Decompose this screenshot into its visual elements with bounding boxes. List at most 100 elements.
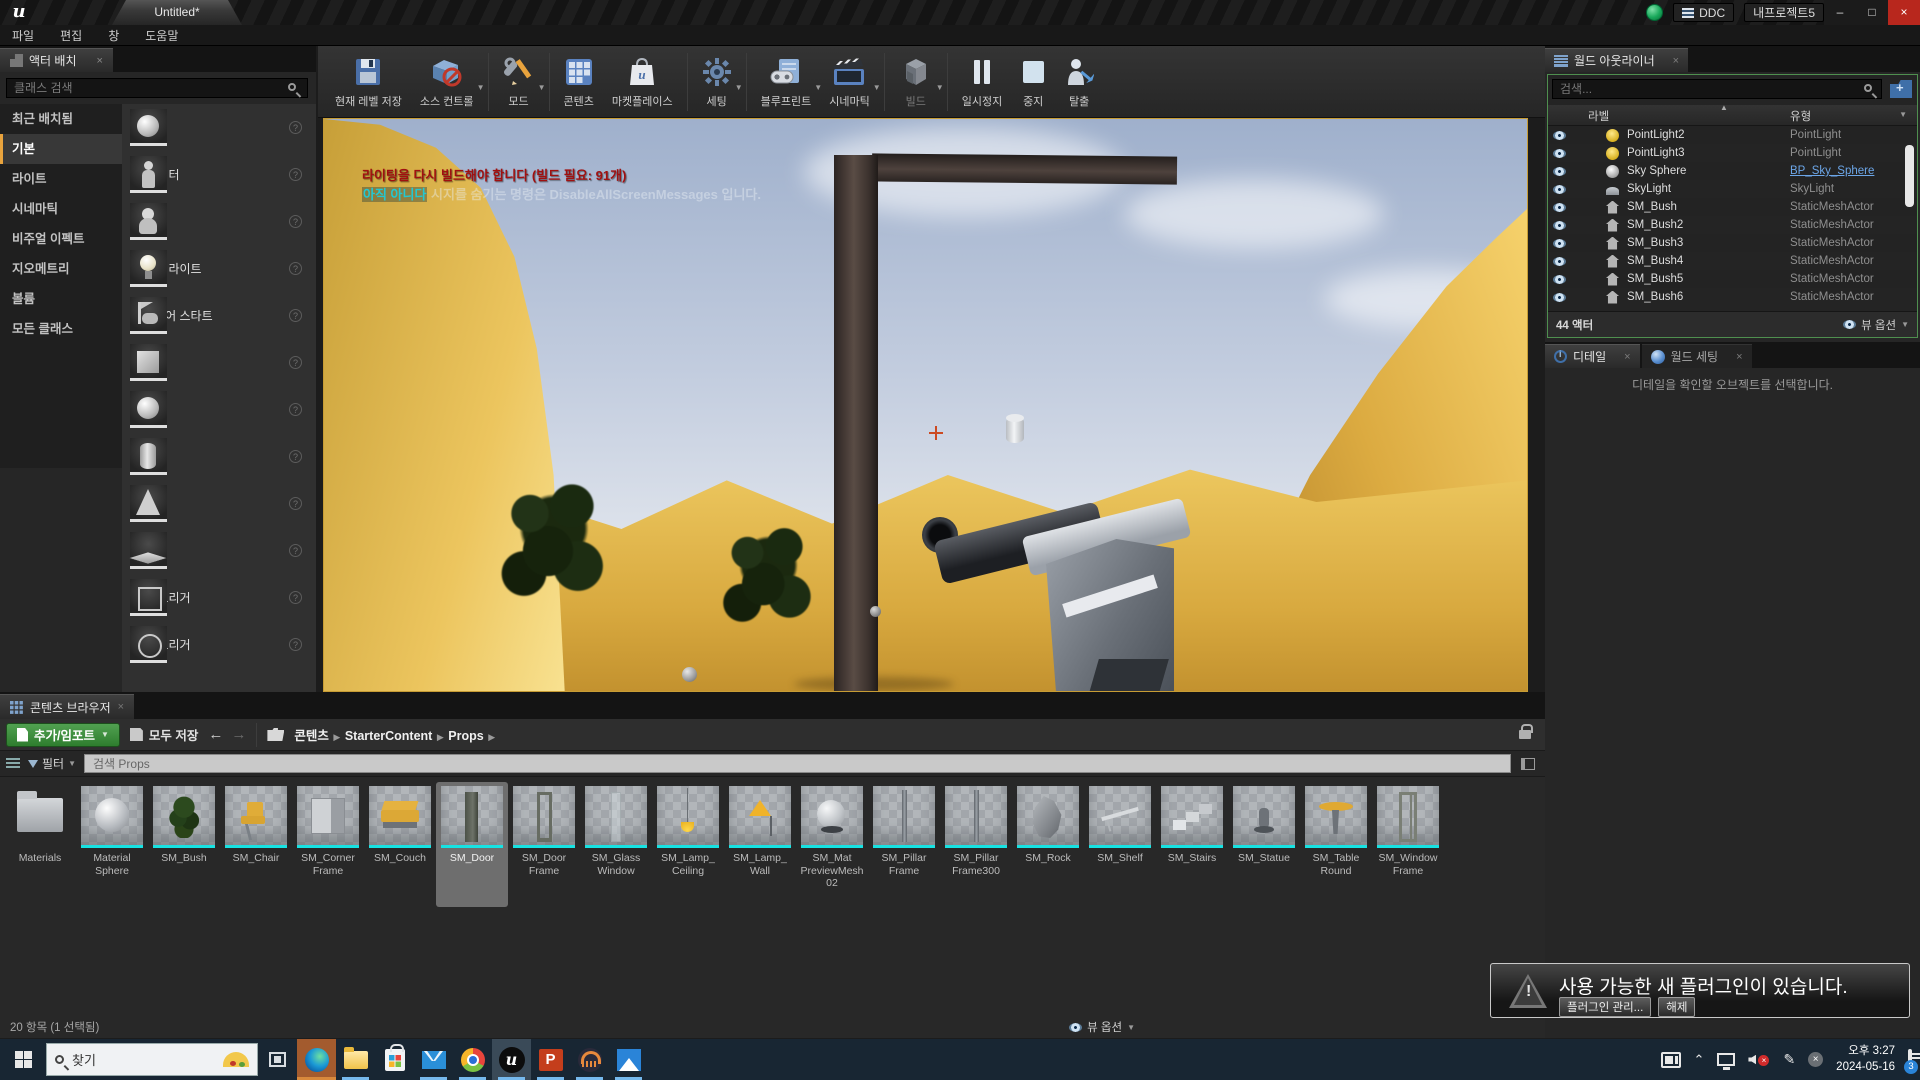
sources-panel-icon[interactable] <box>6 758 20 770</box>
asset-tile[interactable]: SM_Pillar Frame300 <box>940 782 1012 907</box>
toolbar-save-button[interactable]: 현재 레벨 저장 <box>326 49 411 115</box>
taskbar-app-mail[interactable] <box>414 1039 453 1080</box>
minimize-button[interactable]: – <box>1824 0 1856 25</box>
help-icon[interactable]: ? <box>289 262 302 275</box>
project-name-button[interactable]: 내프로젝트5 <box>1744 3 1824 22</box>
breadcrumb-StarterContent[interactable]: StarterContent <box>345 729 433 743</box>
close-icon[interactable]: × <box>1624 351 1630 363</box>
column-type[interactable]: 유형 <box>1790 108 1811 124</box>
help-icon[interactable]: ? <box>289 591 302 604</box>
tab-content-browser[interactable]: 콘텐츠 브라우저 × <box>0 694 134 719</box>
sort-icon[interactable]: ▼ <box>1899 110 1907 119</box>
category-기본[interactable]: 기본 <box>0 134 122 164</box>
launcher-status-icon[interactable] <box>1646 4 1663 21</box>
asset-tile[interactable]: SM_Door Frame <box>508 782 580 907</box>
taskbar-app-task-view[interactable] <box>258 1039 297 1080</box>
close-icon[interactable]: × <box>97 55 103 67</box>
asset-tile[interactable]: SM_Window Frame <box>1372 782 1444 907</box>
menu-item-창[interactable]: 창 <box>108 27 119 44</box>
actor-item[interactable]: 빈 폰? <box>122 198 316 245</box>
toolbar-content-button[interactable]: 콘텐츠 <box>555 49 603 115</box>
tab-place-actors[interactable]: 액터 배치 × <box>0 48 113 72</box>
toolbar-settings-button[interactable]: ▼세팅 <box>693 49 741 115</box>
toolbar-build-button[interactable]: ▼빌드 <box>890 49 942 115</box>
asset-tile[interactable]: SM_Lamp_ Wall <box>724 782 796 907</box>
taskbar-search[interactable]: 찾기 <box>46 1043 258 1076</box>
outliner-search-input[interactable] <box>1552 79 1882 99</box>
hidden-icons-chevron[interactable]: ⌃ <box>1694 1052 1705 1068</box>
asset-tile[interactable]: SM_Bush <box>148 782 220 907</box>
asset-tile[interactable]: SM_Statue <box>1228 782 1300 907</box>
toolbar-modes-button[interactable]: ▼모드 <box>494 49 544 115</box>
outliner-row[interactable]: SM_Bush3StaticMeshActor <box>1548 234 1917 252</box>
taskbar-app-chrome[interactable] <box>453 1039 492 1080</box>
asset-tile[interactable]: SM_Corner Frame <box>292 782 364 907</box>
actor-item[interactable]: 구체? <box>122 386 316 433</box>
outliner-row[interactable]: SM_Bush5StaticMeshActor <box>1548 270 1917 288</box>
help-icon[interactable]: ? <box>289 309 302 322</box>
visibility-eye-icon[interactable] <box>1553 131 1566 140</box>
close-button[interactable]: × <box>1888 0 1920 25</box>
asset-tile[interactable]: SM_Rock <box>1012 782 1084 907</box>
breadcrumb-Props[interactable]: Props <box>448 729 483 743</box>
category-시네마틱[interactable]: 시네마틱 <box>0 194 122 224</box>
help-icon[interactable]: ? <box>289 638 302 651</box>
content-view-options-button[interactable]: 뷰 옵션▼ <box>1064 1019 1135 1035</box>
help-icon[interactable]: ? <box>289 450 302 463</box>
asset-search-input[interactable] <box>84 754 1511 773</box>
taskbar-app-powerpoint[interactable]: P <box>531 1039 570 1080</box>
tab-world-outliner[interactable]: 월드 아웃라이너 × <box>1545 48 1688 72</box>
visibility-eye-icon[interactable] <box>1553 275 1566 284</box>
asset-tile[interactable]: SM_Door <box>436 782 508 907</box>
category-볼륨[interactable]: 볼륨 <box>0 284 122 314</box>
outliner-row[interactable]: SkyLightSkyLight <box>1548 180 1917 198</box>
manage-plugins-button[interactable]: 플러그인 관리... <box>1559 997 1651 1017</box>
asset-tile[interactable]: SM_Mat PreviewMesh 02 <box>796 782 868 907</box>
outliner-row[interactable]: SM_BushStaticMeshActor <box>1548 198 1917 216</box>
chevron-down-icon[interactable]: ▼ <box>873 83 881 92</box>
actor-item[interactable]: 박스 트리거? <box>122 574 316 621</box>
taskbar-app-audacity[interactable] <box>570 1039 609 1080</box>
visibility-eye-icon[interactable] <box>1553 185 1566 194</box>
visibility-eye-icon[interactable] <box>1553 221 1566 230</box>
asset-tile[interactable]: SM_Table Round <box>1300 782 1372 907</box>
lock-icon[interactable] <box>1519 730 1531 739</box>
help-icon[interactable]: ? <box>289 168 302 181</box>
category-비주얼 이펙트[interactable]: 비주얼 이펙트 <box>0 224 122 254</box>
toolbar-eject-button[interactable]: 탈출 <box>1055 49 1103 115</box>
actor-item[interactable]: 큐브? <box>122 339 316 386</box>
help-icon[interactable]: ? <box>289 356 302 369</box>
view-layout-icon[interactable] <box>1521 758 1535 770</box>
taskbar-app-store[interactable] <box>375 1039 414 1080</box>
taskbar-clock[interactable]: 오후 3:27 2024-05-16 <box>1836 1044 1895 1075</box>
outliner-row[interactable]: SM_Bush2StaticMeshActor <box>1548 216 1917 234</box>
outliner-row[interactable]: PointLight2PointLight <box>1548 126 1917 144</box>
class-search-input[interactable] <box>6 78 308 98</box>
ddc-button[interactable]: DDC <box>1673 3 1734 22</box>
widgets-icon[interactable] <box>1661 1052 1681 1068</box>
start-button[interactable] <box>0 1039 46 1080</box>
actor-item[interactable]: 원기둥? <box>122 433 316 480</box>
actor-type[interactable]: BP_Sky_Sphere <box>1790 165 1874 177</box>
outliner-view-options-button[interactable]: 뷰 옵션▼ <box>1838 317 1909 333</box>
chevron-down-icon[interactable]: ▼ <box>735 83 743 92</box>
help-icon[interactable]: ? <box>289 121 302 134</box>
taskbar-app-photos[interactable] <box>609 1039 648 1080</box>
visibility-eye-icon[interactable] <box>1553 167 1566 176</box>
toolbar-cinematics-button[interactable]: ▼시네마틱 <box>820 49 878 115</box>
help-icon[interactable]: ? <box>289 497 302 510</box>
chevron-down-icon[interactable]: ▼ <box>538 83 546 92</box>
visibility-eye-icon[interactable] <box>1553 239 1566 248</box>
close-icon[interactable]: × <box>118 701 124 713</box>
add-import-button[interactable]: 추가/임포트 ▼ <box>6 723 120 747</box>
actor-item[interactable]: 빈 액터? <box>122 104 316 151</box>
outliner-row[interactable]: SM_Bush4StaticMeshActor <box>1548 252 1917 270</box>
asset-tile[interactable]: SM_Couch <box>364 782 436 907</box>
asset-tile[interactable]: SM_Lamp_ Ceiling <box>652 782 724 907</box>
menu-item-파일[interactable]: 파일 <box>12 27 34 44</box>
back-button[interactable]: ← <box>208 726 223 743</box>
help-icon[interactable]: ? <box>289 215 302 228</box>
column-label[interactable]: 라벨 <box>1588 108 1609 124</box>
asset-tile[interactable]: SM_Chair <box>220 782 292 907</box>
pen-icon[interactable]: ✎ <box>1783 1051 1795 1068</box>
